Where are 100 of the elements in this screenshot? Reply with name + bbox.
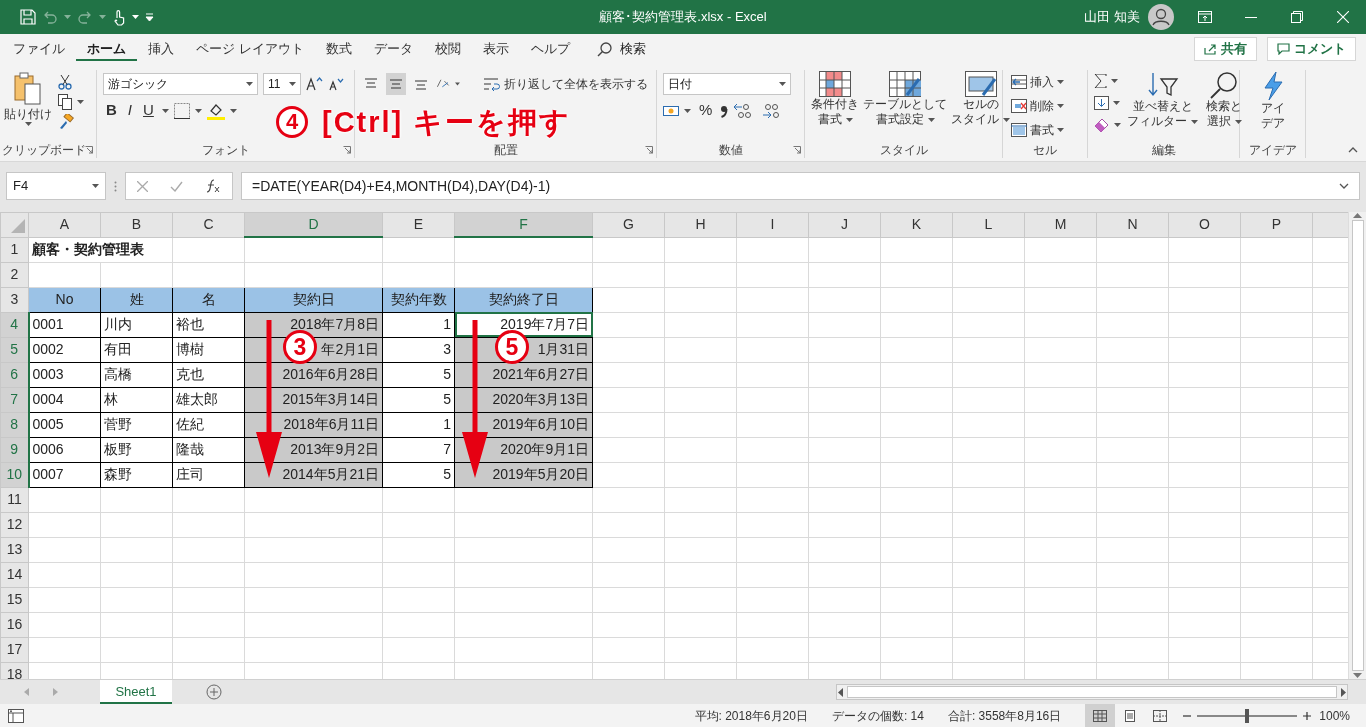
caret-icon[interactable] (455, 81, 460, 86)
zoom-slider-thumb[interactable] (1245, 708, 1250, 723)
paste-button[interactable]: 貼り付け (2, 70, 54, 142)
column-header[interactable]: O (1168, 212, 1241, 237)
collapse-ribbon-icon[interactable] (1348, 147, 1358, 153)
eraser-icon[interactable] (1094, 118, 1110, 132)
search-label[interactable]: 検索 (619, 39, 646, 59)
sum-icon[interactable] (1094, 74, 1107, 88)
percent-button[interactable]: % (696, 99, 716, 122)
dialog-launcher-icon[interactable] (793, 146, 801, 154)
caret-icon[interactable] (229, 108, 237, 113)
borders-icon[interactable] (173, 102, 190, 119)
function-icon[interactable] (205, 179, 221, 193)
avatar-icon[interactable] (1148, 4, 1174, 30)
conditional-formatting-button[interactable]: 条件付き 書式 (811, 70, 859, 142)
row-header[interactable]: 2 (0, 262, 29, 287)
column-header[interactable]: P (1240, 212, 1313, 237)
row-header[interactable]: 8 (0, 412, 29, 437)
ribbon-display-icon[interactable] (1198, 11, 1212, 23)
row-header[interactable]: 4 (0, 312, 29, 337)
row-header[interactable]: 13 (0, 537, 29, 562)
format-painter-icon[interactable] (58, 114, 74, 130)
check-icon[interactable] (170, 180, 183, 192)
caret-icon[interactable] (132, 15, 139, 19)
bold-button[interactable]: B (103, 99, 120, 122)
row-header[interactable]: 7 (0, 387, 29, 412)
column-header[interactable]: L (952, 212, 1025, 237)
grow-font-icon[interactable] (306, 76, 323, 91)
ribbon-tab[interactable]: 数式 (314, 34, 363, 64)
caret-icon[interactable] (194, 108, 202, 113)
italic-button[interactable]: I (124, 99, 135, 122)
caret-icon[interactable] (684, 108, 691, 113)
copy-icon[interactable] (58, 94, 73, 110)
ribbon-tab[interactable]: 校閲 (423, 34, 472, 64)
macro-icon[interactable] (8, 708, 24, 723)
ribbon-tab[interactable]: 挿入 (137, 34, 185, 64)
row-header[interactable]: 14 (0, 562, 29, 587)
restore-icon[interactable] (1291, 11, 1303, 23)
row-header[interactable]: 10 (0, 462, 29, 487)
sheet-tab[interactable]: Sheet1 (100, 679, 172, 704)
row-header[interactable]: 15 (0, 587, 29, 612)
normal-view-button[interactable] (1085, 704, 1116, 727)
caret-icon[interactable] (1113, 101, 1120, 105)
save-icon[interactable] (20, 9, 36, 25)
caret-icon[interactable] (1114, 123, 1121, 127)
dialog-launcher-icon[interactable] (85, 146, 93, 154)
search-icon[interactable] (596, 41, 612, 57)
vertical-scrollbar[interactable] (1348, 212, 1366, 679)
column-header[interactable]: F (454, 212, 593, 237)
zoom-level[interactable]: 100% (1319, 706, 1350, 725)
scroll-left-icon[interactable] (837, 687, 845, 697)
row-header[interactable]: 11 (0, 487, 29, 512)
comma-style-icon[interactable] (720, 103, 729, 118)
shrink-font-icon[interactable] (328, 76, 345, 91)
wrap-text-button[interactable]: 折り返して全体を表示する (481, 72, 650, 95)
zoom-in-icon[interactable] (1303, 711, 1312, 720)
close-icon[interactable] (1337, 11, 1349, 23)
font-size-field[interactable]: 11 (263, 72, 301, 95)
underline-button[interactable]: U (140, 99, 157, 122)
hand-icon[interactable] (112, 8, 126, 26)
number-format-field[interactable]: 日付 (663, 72, 791, 95)
column-header[interactable]: H (664, 212, 737, 237)
ribbon-tab[interactable]: 表示 (471, 34, 520, 64)
ideas-button[interactable]: アイ デア (1244, 70, 1301, 142)
format-cells-button[interactable]: 書式 (1009, 118, 1081, 142)
column-header[interactable]: K (880, 212, 953, 237)
customize-icon[interactable] (145, 12, 154, 22)
dialog-launcher-icon[interactable] (645, 146, 653, 154)
insert-cells-button[interactable]: 挿入 (1009, 70, 1081, 94)
delete-cells-button[interactable]: 削除 (1009, 94, 1081, 118)
caret-icon[interactable] (161, 108, 169, 113)
row-header[interactable]: 1 (0, 237, 29, 262)
row-header[interactable]: 6 (0, 362, 29, 387)
middle-align-button[interactable] (386, 72, 406, 95)
row-header[interactable]: 5 (0, 337, 29, 362)
row-header[interactable]: 16 (0, 612, 29, 637)
column-header[interactable]: C (172, 212, 245, 237)
scissors-icon[interactable] (58, 74, 72, 90)
ribbon-tab[interactable]: ヘルプ (519, 34, 581, 64)
horizontal-scrollbar[interactable] (836, 684, 1348, 700)
ribbon-tab[interactable]: ページ レイアウト (185, 34, 315, 64)
share-button[interactable]: 共有 (1194, 37, 1257, 61)
format-as-table-button[interactable]: テーブルとして 書式設定 (863, 70, 947, 142)
column-header[interactable]: E (382, 212, 455, 237)
column-header[interactable]: A (28, 212, 101, 237)
scroll-right-icon[interactable] (1339, 687, 1347, 697)
ribbon-tab[interactable]: ホーム (76, 34, 137, 64)
row-header[interactable]: 12 (0, 512, 29, 537)
expand-icon[interactable] (1339, 183, 1349, 189)
column-header[interactable]: G (592, 212, 665, 237)
cell-styles-button[interactable]: セルの スタイル (951, 70, 1010, 142)
dialog-launcher-icon[interactable] (343, 146, 351, 154)
sort-filter-button[interactable]: 並べ替えと フィルター (1125, 70, 1200, 142)
column-header[interactable]: N (1096, 212, 1169, 237)
column-header[interactable]: D (244, 212, 383, 237)
row-header[interactable]: 17 (0, 637, 29, 662)
formula-field[interactable]: =DATE(YEAR(D4)+E4,MONTH(D4),DAY(D4)-1) (241, 172, 1360, 200)
caret-icon[interactable] (1111, 79, 1118, 83)
add-sheet-icon[interactable] (206, 684, 222, 700)
comment-button[interactable]: コメント (1267, 37, 1356, 61)
